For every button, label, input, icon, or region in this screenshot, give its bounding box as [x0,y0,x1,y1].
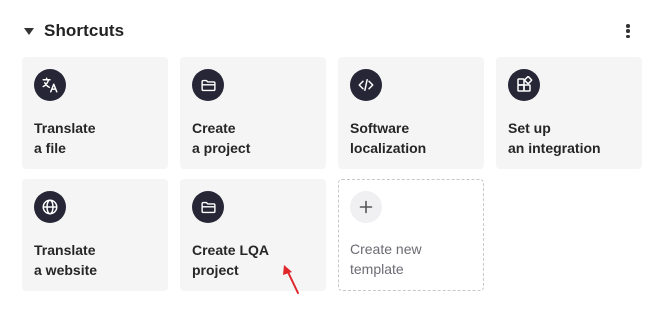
shortcut-setup-integration[interactable]: Set up an integration [496,57,642,169]
globe-icon [34,191,66,223]
shortcut-create-template[interactable]: Create new template [338,179,484,291]
folder-icon [192,69,224,101]
translate-icon [34,69,66,101]
shortcut-software-localization[interactable]: Software localization [338,57,484,169]
annotation-arrow-icon [283,265,299,294]
integration-icon [508,69,540,101]
section-title: Shortcuts [44,21,125,40]
code-icon [350,69,382,101]
shortcut-create-lqa-project[interactable]: Create LQA project [180,179,326,291]
shortcut-label: Software localization [350,120,427,156]
shortcuts-header[interactable]: Shortcuts [24,20,124,42]
shortcut-label: Create new template [350,241,422,277]
folder-icon [192,191,224,223]
shortcut-translate-website[interactable]: Translate a website [22,179,168,291]
shortcut-translate-file[interactable]: Translate a file [22,57,168,169]
caret-down-icon[interactable] [24,28,34,35]
plus-icon [350,191,382,223]
kebab-menu-icon[interactable] [620,22,636,40]
shortcut-create-project[interactable]: Create a project [180,57,326,169]
shortcut-label: Translate a file [34,120,96,156]
shortcut-label: Translate a website [34,242,98,278]
shortcut-label: Set up an integration [508,120,601,156]
shortcut-label: Create a project [192,120,251,156]
